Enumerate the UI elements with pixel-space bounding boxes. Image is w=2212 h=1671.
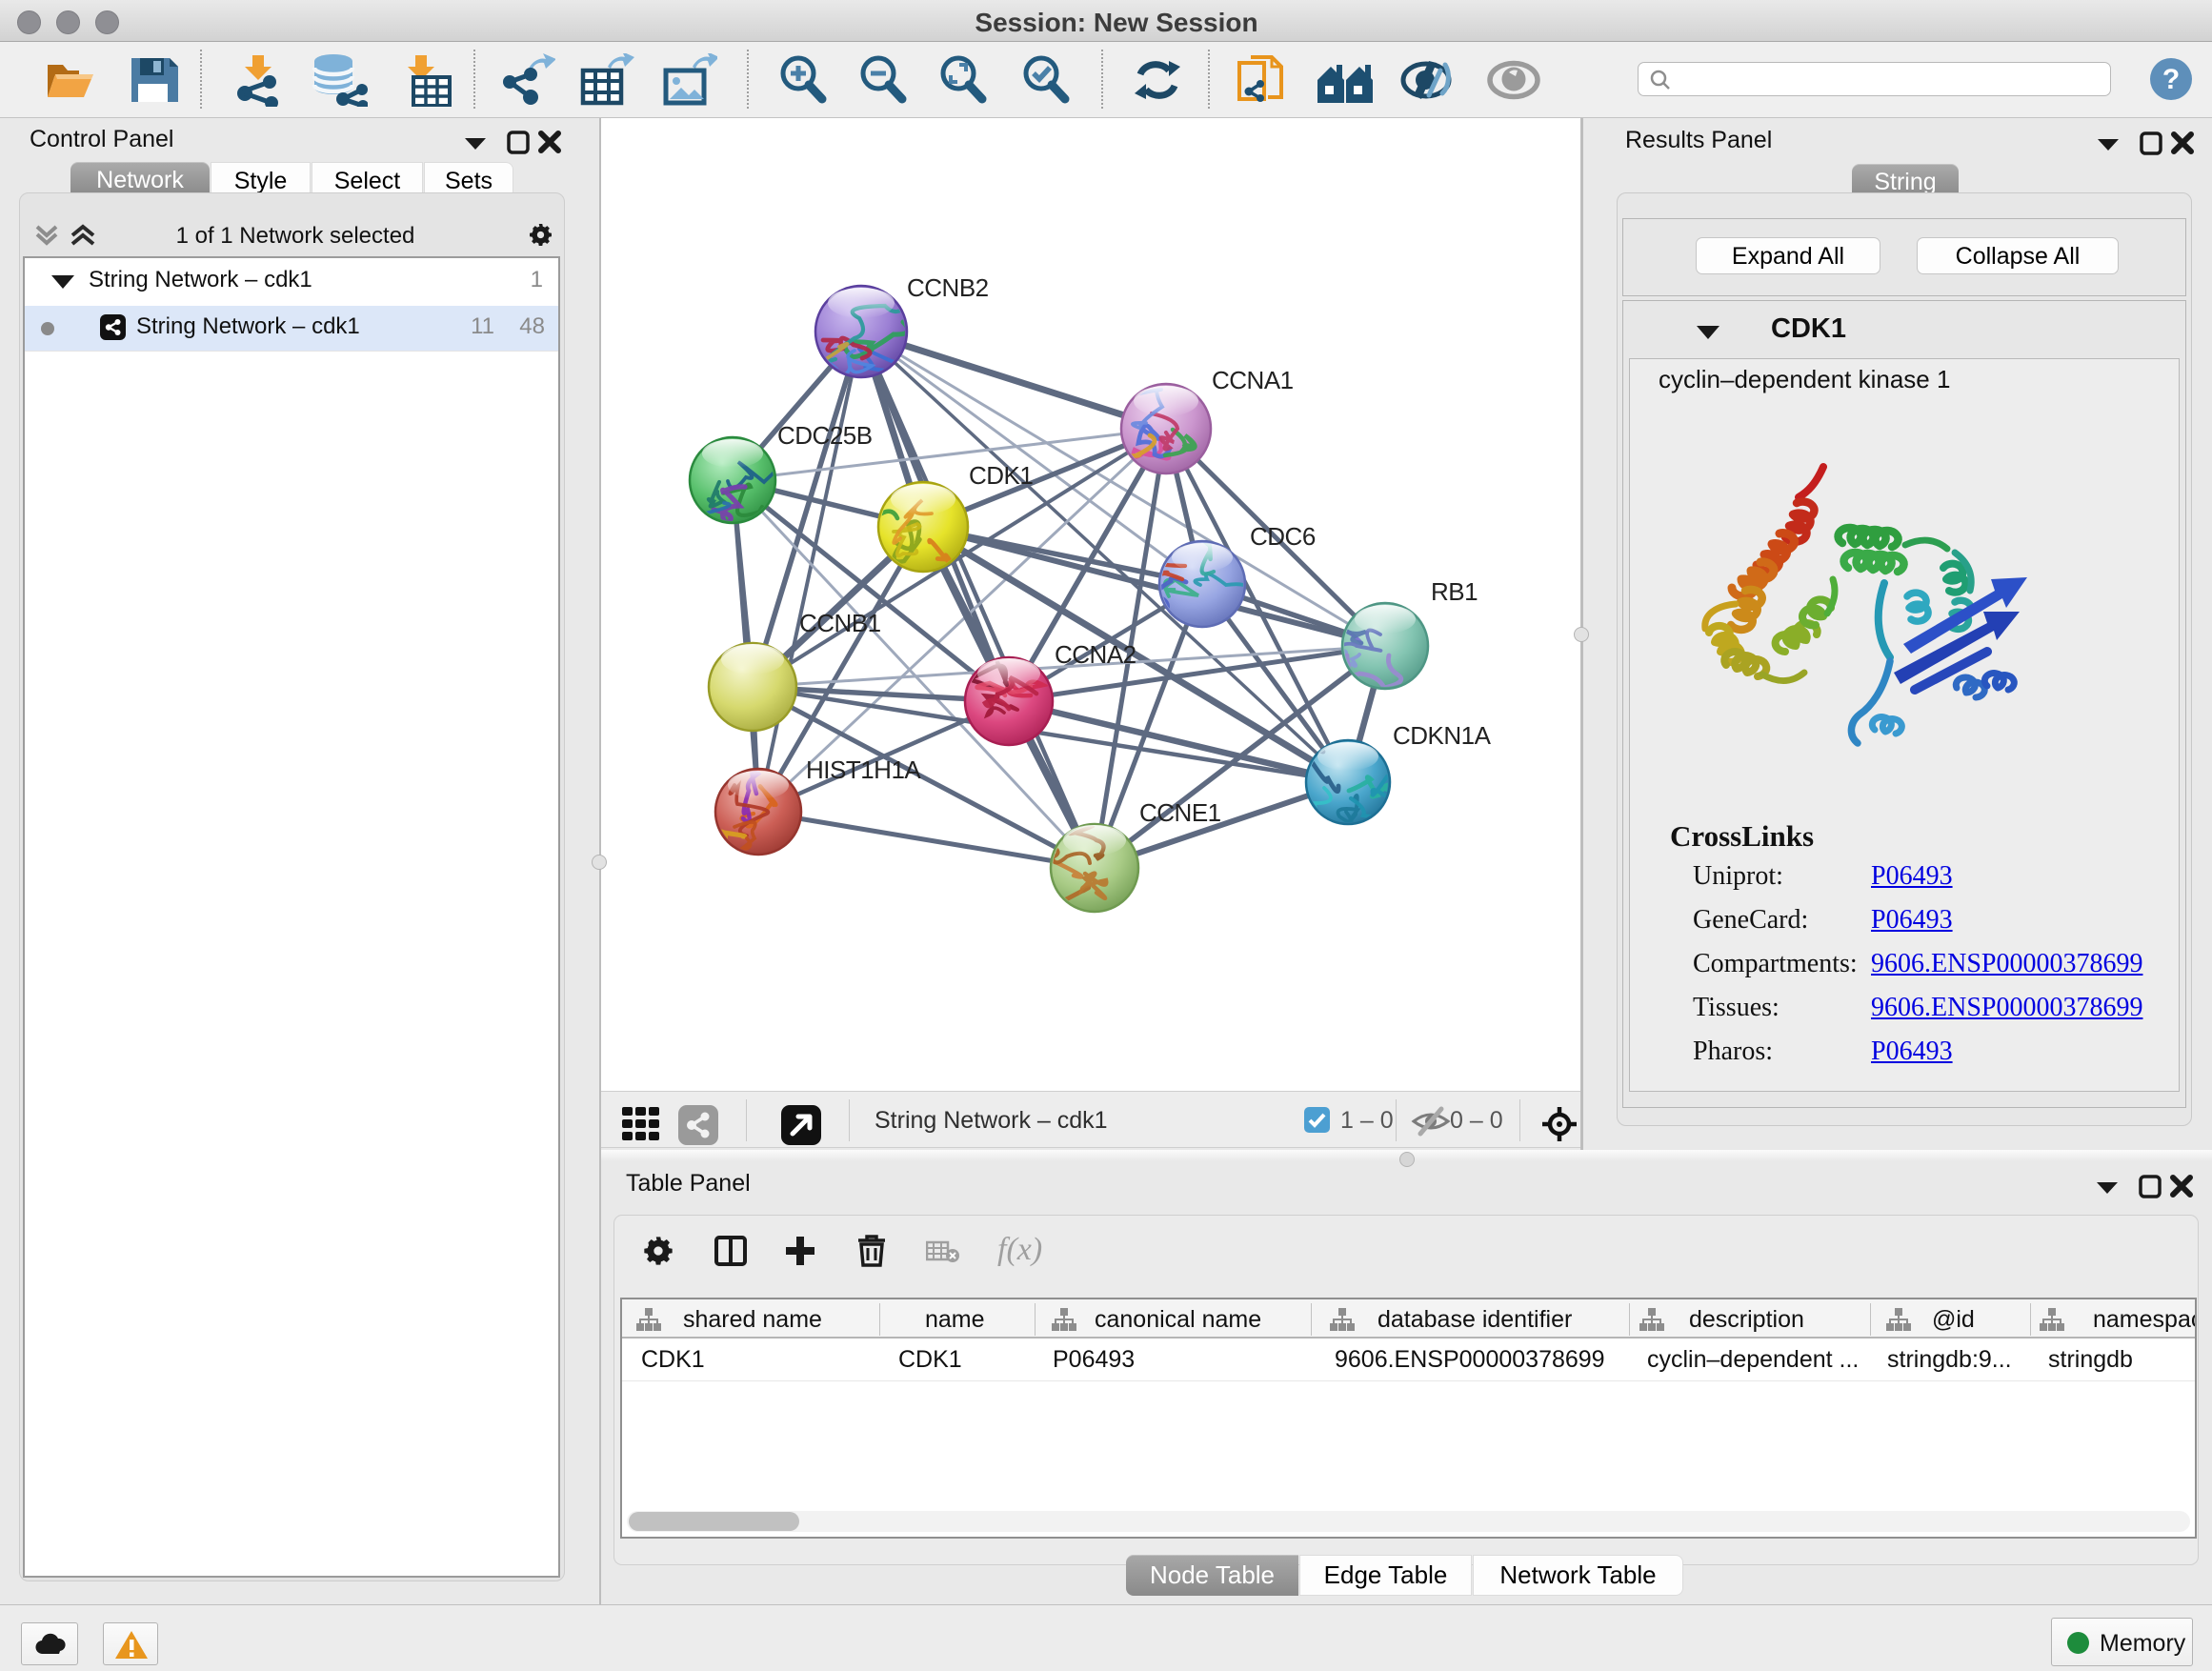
svg-text:RB1: RB1 xyxy=(1431,577,1478,606)
svg-text:CCNB1: CCNB1 xyxy=(799,609,881,637)
svg-text:?: ? xyxy=(2162,64,2180,95)
svg-text:CCNB2: CCNB2 xyxy=(907,273,989,302)
svg-text:CDKN1A: CDKN1A xyxy=(1393,721,1492,750)
svg-text:CDC25B: CDC25B xyxy=(777,421,873,450)
svg-text:HIST1H1A: HIST1H1A xyxy=(806,755,921,784)
svg-text:CCNA1: CCNA1 xyxy=(1212,366,1294,394)
svg-text:CDK1: CDK1 xyxy=(969,461,1033,490)
svg-text:CCNE1: CCNE1 xyxy=(1139,798,1221,827)
svg-text:CDC6: CDC6 xyxy=(1250,522,1316,551)
svg-text:CCNA2: CCNA2 xyxy=(1055,640,1136,669)
